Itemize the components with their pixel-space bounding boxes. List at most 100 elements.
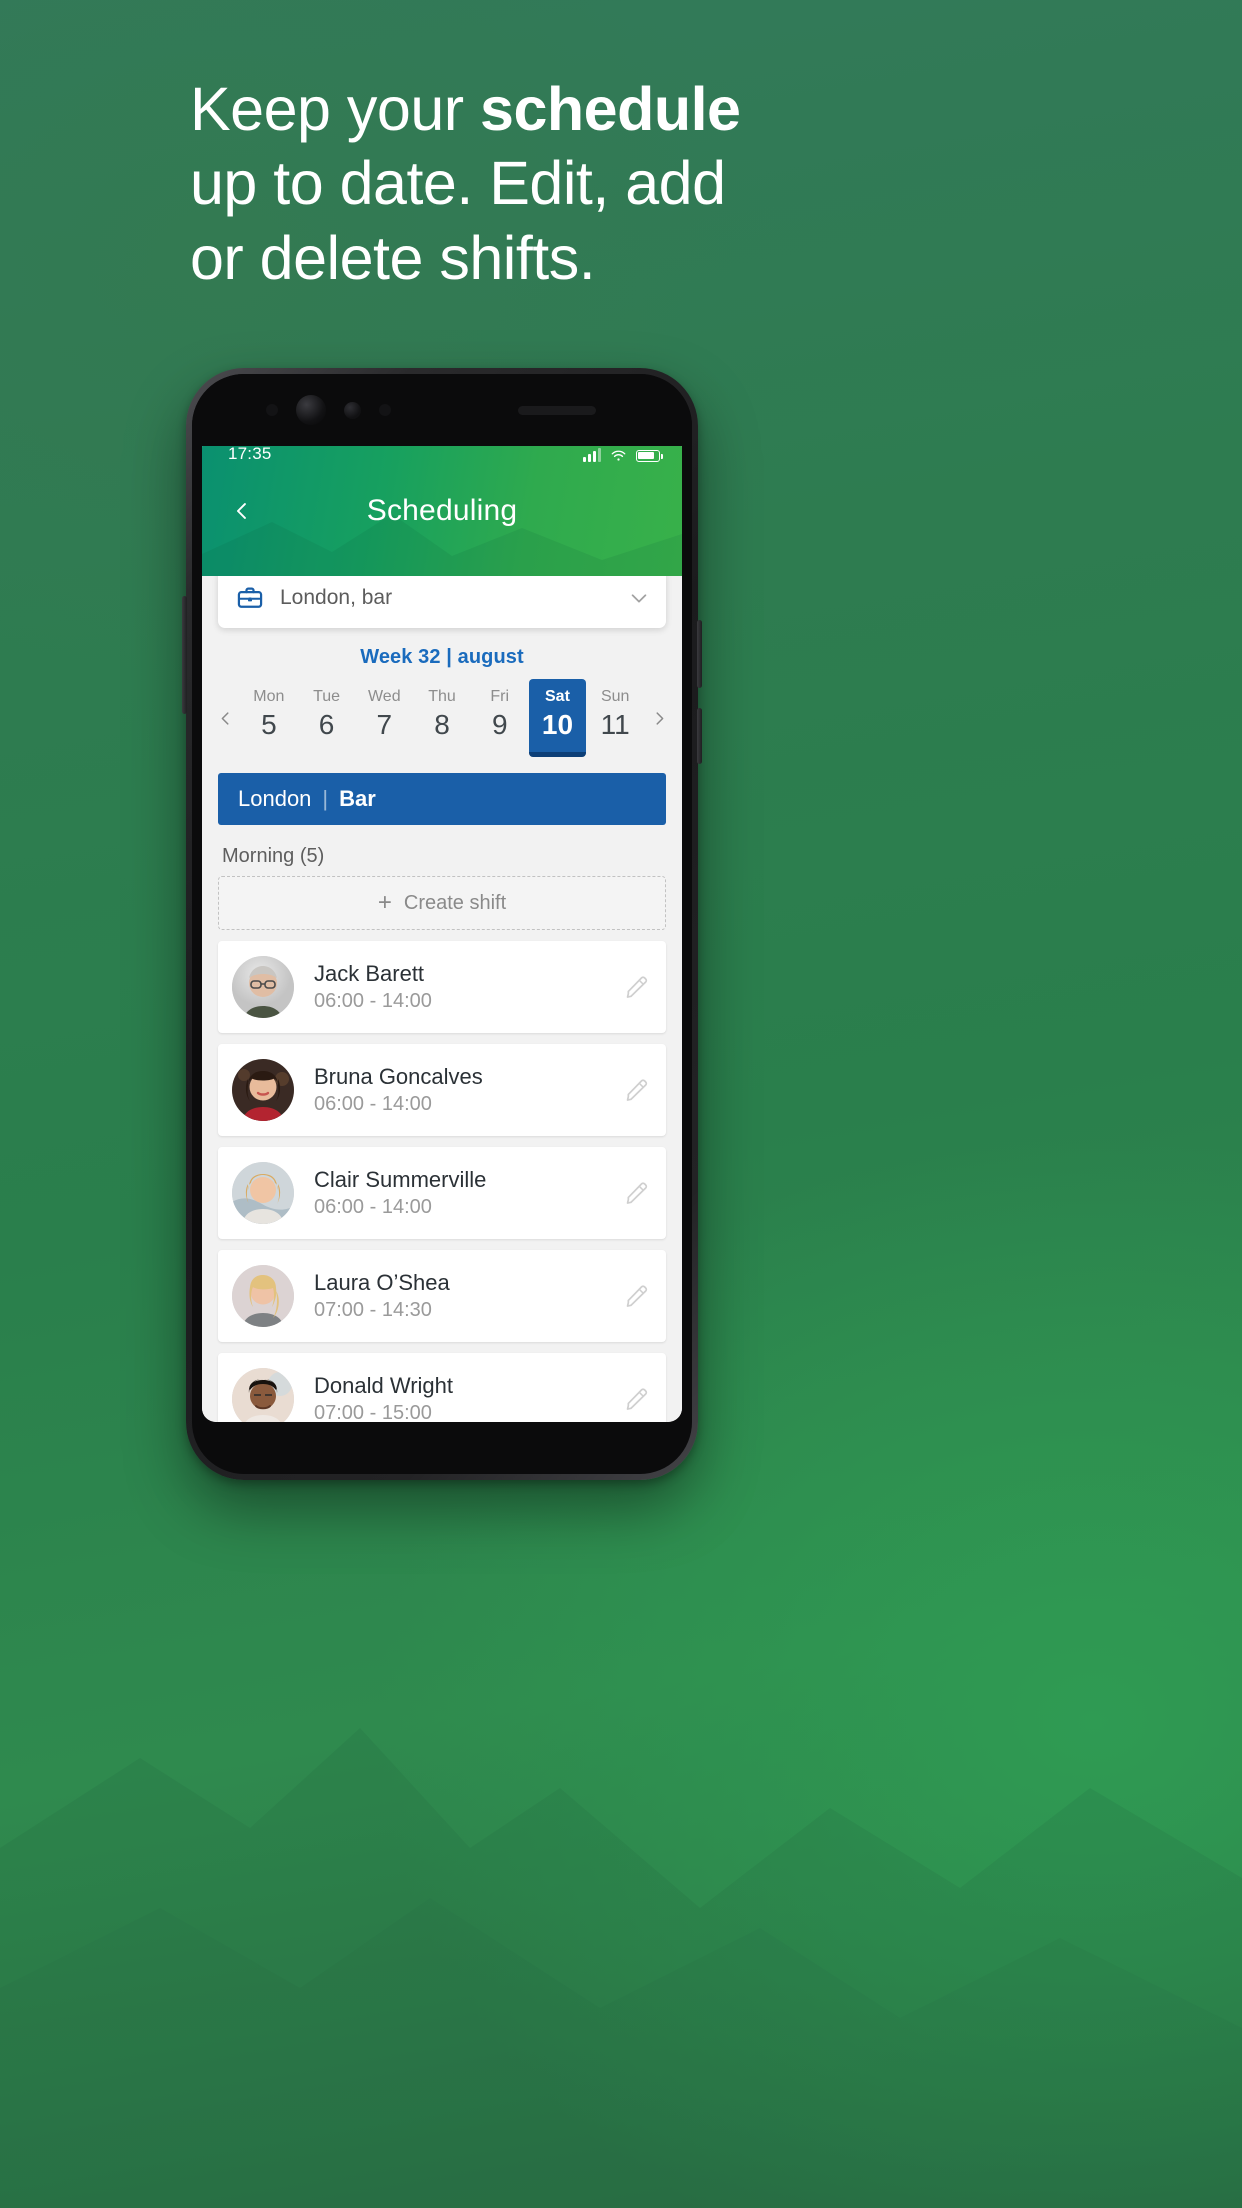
shift-info: Bruna Goncalves 06:00 - 14:00 xyxy=(314,1063,624,1118)
create-shift-label: Create shift xyxy=(403,891,507,914)
page-title: Scheduling xyxy=(366,494,518,527)
day-dow: Wed xyxy=(367,688,401,705)
sensor-icon xyxy=(266,404,278,416)
app-body: London, bar Week 32 | august Mon 5 Tue 6… xyxy=(202,576,682,1422)
shift-employee-name: Bruna Goncalves xyxy=(314,1063,483,1089)
shift-row[interactable]: Jack Barett 06:00 - 14:00 xyxy=(218,941,666,1033)
section-title-morning: Morning (5) xyxy=(222,845,325,867)
headline-line-1-plain: Keep your xyxy=(190,75,481,143)
shift-time-range: 07:00 - 15:00 xyxy=(314,1401,432,1422)
avatar xyxy=(232,1368,294,1422)
phone-screen: 17:35 Scheduling London, bar Week 32 | a… xyxy=(202,434,682,1422)
shift-employee-name: Jack Barett xyxy=(314,960,425,986)
shift-info: Laura O’Shea 07:00 - 14:30 xyxy=(314,1269,624,1324)
avatar xyxy=(232,956,294,1018)
shift-row[interactable]: Donald Wright 07:00 - 15:00 xyxy=(218,1353,666,1422)
day-item-tue[interactable]: Tue 6 xyxy=(298,679,356,752)
prev-week-button[interactable] xyxy=(210,710,240,727)
week-label: Week 32 | august xyxy=(360,646,524,668)
shift-employee-name: Laura O’Shea xyxy=(314,1269,450,1295)
promo-screenshot: Keep your schedule up to date. Edit, add… xyxy=(0,0,1242,2208)
chevron-down-icon[interactable] xyxy=(628,587,650,609)
battery-icon xyxy=(636,449,663,462)
light-sensor-icon xyxy=(379,404,391,416)
app-header: 17:35 Scheduling xyxy=(202,434,682,576)
pencil-icon[interactable] xyxy=(624,1180,650,1206)
shift-time-range: 06:00 - 14:00 xyxy=(314,989,432,1012)
headline-line-2: up to date. Edit, add xyxy=(190,149,726,218)
department-banner-location: London xyxy=(238,786,312,811)
shift-row[interactable]: Bruna Goncalves 06:00 - 14:00 xyxy=(218,1044,666,1136)
location-select-value: London, bar xyxy=(280,586,393,609)
phone-body: 17:35 Scheduling London, bar Week 32 | a… xyxy=(192,374,692,1474)
day-item-wed[interactable]: Wed 7 xyxy=(355,679,413,752)
day-number: 7 xyxy=(376,709,393,740)
day-item-fri[interactable]: Fri 9 xyxy=(471,679,529,752)
shift-info: Donald Wright 07:00 - 15:00 xyxy=(314,1372,624,1422)
phone-button-right-lower xyxy=(697,708,702,764)
headline-line-3: or delete shifts. xyxy=(190,223,596,292)
briefcase-icon xyxy=(237,587,263,608)
next-week-button[interactable] xyxy=(644,710,674,727)
shift-info: Clair Summerville 06:00 - 14:00 xyxy=(314,1166,624,1221)
app-nav-bar: Scheduling xyxy=(202,474,682,548)
shift-row[interactable]: Laura O’Shea 07:00 - 14:30 xyxy=(218,1250,666,1342)
headline-line-1-bold: schedule xyxy=(480,75,741,143)
chevron-left-icon xyxy=(221,711,229,725)
phone-mockup: 17:35 Scheduling London, bar Week 32 | a… xyxy=(182,368,702,1480)
phone-button-left xyxy=(182,596,187,714)
wifi-icon xyxy=(611,450,626,461)
status-bar-icons xyxy=(583,447,663,462)
shift-employee-name: Clair Summerville xyxy=(314,1166,487,1192)
avatar xyxy=(232,1059,294,1121)
department-banner[interactable]: London | Bar xyxy=(218,773,666,825)
create-shift-button-morning[interactable]: + Create shift xyxy=(218,876,666,930)
day-dow: Sun xyxy=(600,688,630,705)
avatar xyxy=(232,1265,294,1327)
department-banner-separator: | xyxy=(322,786,329,811)
chevron-left-icon xyxy=(237,503,246,519)
day-item-mon[interactable]: Mon 5 xyxy=(240,679,298,752)
pencil-icon[interactable] xyxy=(624,1386,650,1412)
pencil-icon[interactable] xyxy=(624,974,650,1000)
phone-notch xyxy=(192,374,692,446)
day-number: 8 xyxy=(434,709,450,740)
day-dow: Sat xyxy=(545,688,570,705)
day-dow: Mon xyxy=(253,688,285,705)
status-bar-time: 17:35 xyxy=(228,444,272,463)
shift-time-range: 06:00 - 14:00 xyxy=(314,1092,432,1115)
day-dow: Thu xyxy=(428,688,456,705)
day-item-sat-selected[interactable]: Sat 10 xyxy=(528,679,587,757)
shift-time-range: 06:00 - 14:00 xyxy=(314,1195,432,1218)
day-dow: Fri xyxy=(490,688,510,705)
signal-bars-icon xyxy=(583,447,601,462)
earpiece-speaker xyxy=(518,405,596,415)
shift-row[interactable]: Clair Summerville 06:00 - 14:00 xyxy=(218,1147,666,1239)
phone-button-right-upper xyxy=(697,620,702,688)
week-day-selector: Mon 5 Tue 6 Wed 7 Thu 8 Fri 9 Sat 10 Sun… xyxy=(202,669,682,757)
location-select[interactable]: London, bar xyxy=(218,576,666,628)
shift-employee-name: Donald Wright xyxy=(314,1372,453,1398)
day-number: 6 xyxy=(318,709,335,740)
back-button[interactable] xyxy=(222,491,262,531)
day-item-sun[interactable]: Sun 11 xyxy=(586,679,644,752)
day-dow: Tue xyxy=(313,688,341,705)
avatar xyxy=(232,1162,294,1224)
day-number: 5 xyxy=(261,709,277,740)
plus-icon: + xyxy=(377,889,392,916)
day-list: Mon 5 Tue 6 Wed 7 Thu 8 Fri 9 Sat 10 Sun… xyxy=(240,679,644,757)
proximity-sensor-icon xyxy=(344,401,361,419)
pencil-icon[interactable] xyxy=(624,1283,650,1309)
location-select-wrapper: London, bar xyxy=(202,576,682,628)
promo-headline: Keep your schedule up to date. Edit, add… xyxy=(190,72,1070,295)
shift-info: Jack Barett 06:00 - 14:00 xyxy=(314,960,624,1015)
day-item-thu[interactable]: Thu 8 xyxy=(413,679,471,752)
day-number: 10 xyxy=(541,709,574,740)
pencil-icon[interactable] xyxy=(624,1077,650,1103)
day-number: 11 xyxy=(600,709,630,740)
day-number: 9 xyxy=(491,709,508,740)
department-banner-department: Bar xyxy=(339,786,376,811)
shift-time-range: 07:00 - 14:30 xyxy=(314,1298,432,1321)
chevron-right-icon xyxy=(655,711,663,725)
front-camera-icon xyxy=(296,395,326,425)
